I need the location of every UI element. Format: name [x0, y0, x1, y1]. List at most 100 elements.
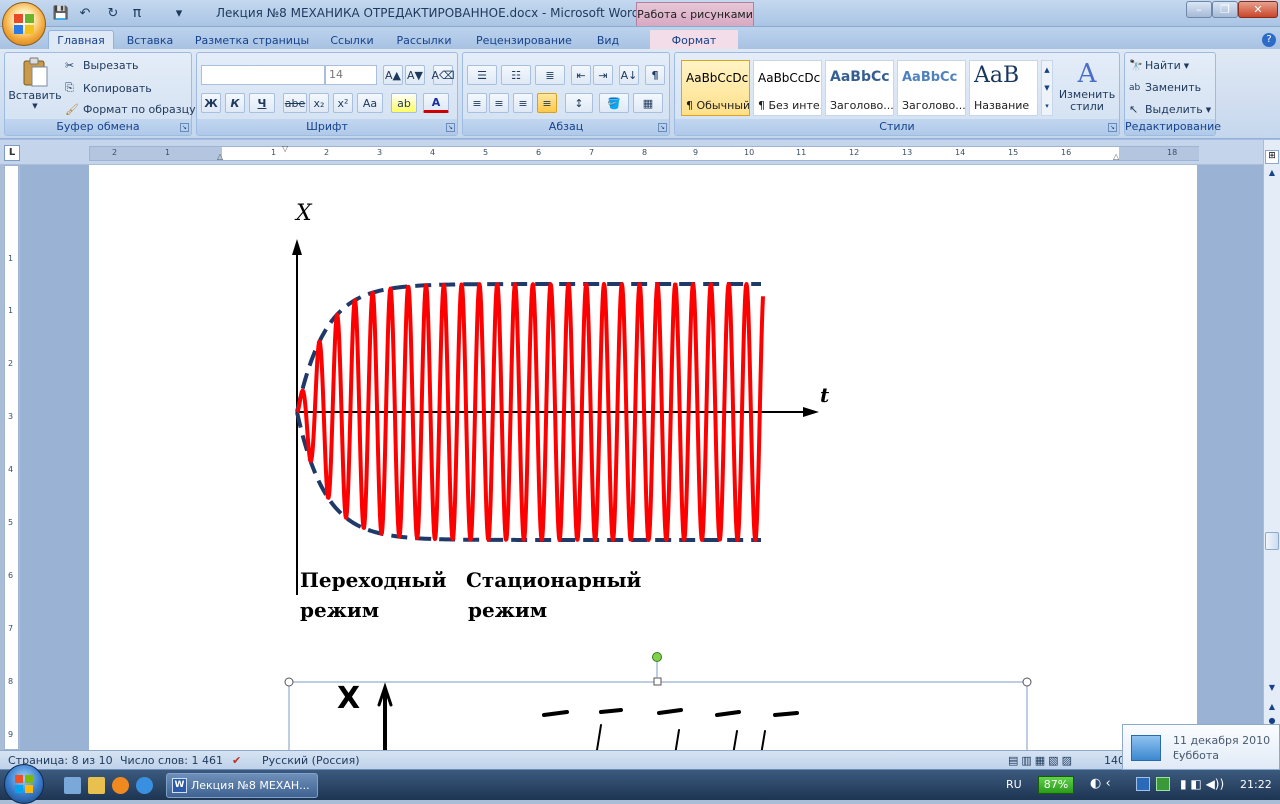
align-center-icon[interactable]: ≡ [489, 93, 509, 113]
justify-icon[interactable]: ≡ [537, 93, 557, 113]
undo-icon[interactable]: ↶ [76, 4, 94, 22]
resize-handle[interactable] [284, 677, 294, 687]
resize-handle[interactable] [1022, 677, 1032, 687]
tab-page-layout[interactable]: Разметка страницы [190, 30, 314, 50]
subscript-button[interactable]: x₂ [309, 93, 329, 113]
underline-button[interactable]: Ч [249, 93, 275, 113]
save-icon[interactable]: 💾 [52, 4, 70, 22]
view-ruler-icon[interactable]: ⊞ [1265, 150, 1279, 164]
copy-button[interactable]: ⎘ Копировать [65, 81, 152, 95]
change-case-button[interactable]: Aa [357, 93, 383, 113]
resize-handle[interactable] [653, 677, 662, 686]
style-heading-2[interactable]: AaBbCc Заголово... [897, 60, 966, 116]
selected-image-frame[interactable] [288, 681, 1028, 750]
tab-mailings[interactable]: Рассылки [390, 30, 458, 50]
style-heading-1[interactable]: AaBbCc Заголово... [825, 60, 894, 116]
redo-icon[interactable]: ↻ [104, 4, 122, 22]
tab-home[interactable]: Главная [48, 30, 114, 50]
document-page[interactable]: X t Переходный режим Стационарный режим X [89, 165, 1197, 750]
select-button[interactable]: ↖ Выделить ▼ [1129, 103, 1211, 116]
cut-button[interactable]: ✂ Вырезать [65, 59, 138, 72]
shrink-font-button[interactable]: A▼ [405, 65, 425, 85]
document-area[interactable]: X t Переходный режим Стационарный режим X [20, 165, 1263, 750]
shading-icon[interactable]: 🪣 [599, 93, 629, 113]
previous-page-icon[interactable]: ▲ [1265, 702, 1279, 716]
paragraph-launcher-icon[interactable]: ↘ [658, 123, 667, 132]
pi-icon[interactable]: π [128, 4, 146, 22]
show-desktop-icon[interactable] [64, 777, 81, 794]
italic-button[interactable]: К [225, 93, 245, 113]
bold-button[interactable]: Ж [201, 93, 221, 113]
tray-small-icons[interactable]: ▮ ◧ ◀)) [1180, 777, 1224, 791]
proofing-icon[interactable]: ✔ [232, 754, 241, 767]
clock[interactable]: 21:22 [1240, 778, 1272, 791]
replace-button[interactable]: ab Заменить [1129, 81, 1201, 94]
scroll-thumb[interactable] [1265, 532, 1279, 550]
tab-references[interactable]: Ссылки [324, 30, 380, 50]
strikethrough-button[interactable]: abe [283, 93, 307, 113]
paste-button[interactable]: Вставить ▼ [8, 57, 62, 119]
left-indent-marker-icon[interactable]: △ [217, 152, 223, 161]
styles-scroll-icon[interactable]: ▲ ▼ ▾ [1041, 60, 1053, 116]
horizontal-ruler[interactable]: 2 1 1 2 3 4 5 6 7 8 9 10 11 12 13 14 15 … [89, 144, 1199, 161]
borders-icon[interactable]: ▦ [633, 93, 663, 113]
numbering-icon[interactable]: ☷ [501, 65, 531, 85]
customize-qat-icon[interactable]: ▾ [170, 4, 188, 22]
rotate-handle[interactable] [652, 652, 662, 662]
oscillation-figure[interactable] [89, 165, 1197, 750]
office-button[interactable] [2, 2, 46, 46]
maximize-button[interactable]: ❐ [1212, 1, 1238, 18]
tab-view[interactable]: Вид [590, 30, 626, 50]
sort-button[interactable]: A↓ [619, 65, 639, 85]
paste-dropdown-icon[interactable]: ▼ [32, 102, 37, 110]
explorer-icon[interactable] [88, 777, 105, 794]
tab-insert[interactable]: Вставка [120, 30, 180, 50]
language-indicator[interactable]: Русский (Россия) [262, 754, 360, 767]
grow-font-button[interactable]: A▲ [383, 65, 403, 85]
find-button[interactable]: 🔭 Найти ▼ [1129, 59, 1189, 72]
align-right-icon[interactable]: ≡ [513, 93, 533, 113]
style-normal[interactable]: AaBbCcDc ¶ Обычный [681, 60, 750, 116]
taskbar-word-button[interactable]: W Лекция №8 МЕХАН... [166, 773, 318, 798]
close-button[interactable]: ✕ [1238, 1, 1278, 18]
view-buttons-icon[interactable]: ▤▥▦▧▨ [1008, 754, 1075, 767]
right-indent-marker-icon[interactable]: △ [1113, 152, 1119, 161]
show-marks-button[interactable]: ¶ [645, 65, 665, 85]
tray-network-icon[interactable] [1136, 777, 1150, 791]
clipboard-launcher-icon[interactable]: ↘ [180, 123, 189, 132]
scroll-down-icon[interactable]: ▼ [1265, 683, 1279, 697]
font-color-button[interactable]: A [423, 93, 449, 113]
font-size-input[interactable]: 14 [325, 65, 377, 85]
internet-explorer-icon[interactable] [136, 777, 153, 794]
vertical-scrollbar[interactable]: ⊞ ▲ ▼ ▲ ● [1263, 140, 1280, 750]
style-title[interactable]: AaB Название [969, 60, 1038, 116]
bullets-icon[interactable]: ☰ [467, 65, 497, 85]
help-icon[interactable]: ? [1262, 33, 1276, 47]
font-name-input[interactable] [201, 65, 325, 85]
align-left-icon[interactable]: ≡ [467, 93, 487, 113]
change-styles-button[interactable]: A Изменить стили [1057, 59, 1117, 113]
minimize-button[interactable]: – [1186, 1, 1212, 18]
multilevel-list-icon[interactable]: ≣ [535, 65, 565, 85]
tray-app-icon[interactable] [1156, 777, 1170, 791]
scroll-up-icon[interactable]: ▲ [1265, 168, 1279, 182]
vertical-ruler[interactable]: 1 1 2 3 4 5 6 7 8 9 [4, 165, 19, 750]
input-language[interactable]: RU [1006, 778, 1022, 791]
word-count[interactable]: Число слов: 1 461 [120, 754, 223, 767]
format-painter-button[interactable]: 🖌 Формат по образцу [65, 103, 196, 116]
increase-indent-icon[interactable]: ⇥ [593, 65, 613, 85]
tab-review[interactable]: Рецензирование [468, 30, 580, 50]
tray-icons[interactable]: ◐ ‹ [1090, 776, 1111, 791]
superscript-button[interactable]: x² [333, 93, 353, 113]
tab-format[interactable]: Формат [650, 30, 738, 50]
battery-indicator[interactable]: 87% [1038, 776, 1074, 794]
font-launcher-icon[interactable]: ↘ [446, 123, 455, 132]
indent-marker-icon[interactable]: ▽ [282, 144, 288, 153]
highlight-button[interactable]: ab [391, 93, 417, 113]
tab-selector-icon[interactable]: L [4, 145, 20, 161]
styles-launcher-icon[interactable]: ↘ [1108, 123, 1117, 132]
media-player-icon[interactable] [112, 777, 129, 794]
line-spacing-icon[interactable]: ↕ [565, 93, 593, 113]
decrease-indent-icon[interactable]: ⇤ [571, 65, 591, 85]
clear-format-button[interactable]: A⌫ [431, 65, 455, 85]
